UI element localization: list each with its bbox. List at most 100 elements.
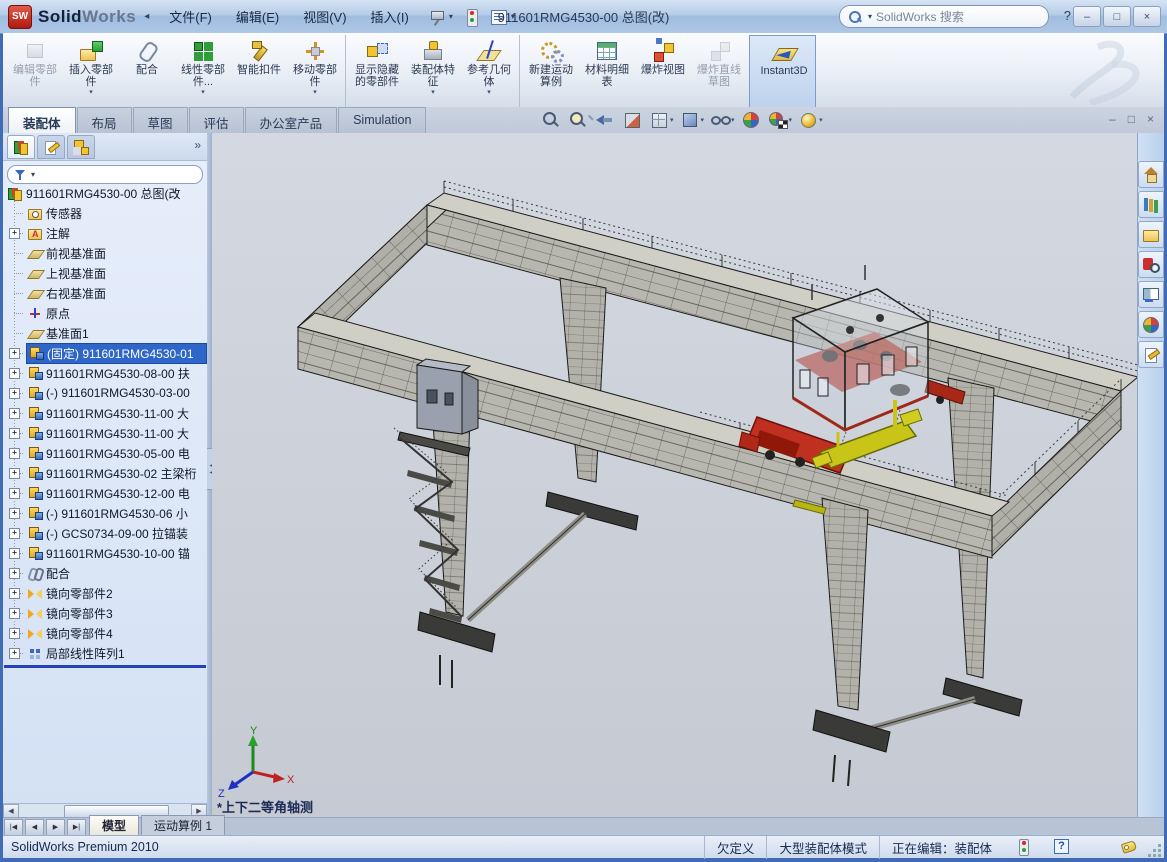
gantry-crane-model[interactable]: Y X Z bbox=[212, 133, 1138, 818]
tree-item[interactable]: 基准面1 bbox=[3, 323, 207, 343]
filter-dropdown-arrow[interactable]: ▾ bbox=[31, 170, 35, 179]
tab-nav-button[interactable]: |◀ bbox=[4, 819, 23, 836]
ribbon-button[interactable]: Instant3D bbox=[749, 35, 816, 109]
tree-item[interactable]: 911601RMG4530-00 总图(改 bbox=[3, 183, 207, 203]
tab-nav-button[interactable]: ▶ bbox=[46, 819, 65, 836]
tree-item[interactable]: 原点 bbox=[3, 303, 207, 323]
tab-nav-button[interactable]: ◀ bbox=[25, 819, 44, 836]
tree-expander[interactable]: + bbox=[9, 388, 20, 399]
tree-expander[interactable]: + bbox=[9, 428, 20, 439]
ribbon-button[interactable]: 显示隐藏的零部件 bbox=[345, 35, 405, 109]
view-tool-button[interactable]: ▾ bbox=[648, 110, 675, 130]
tree-item[interactable]: 上视基准面 bbox=[3, 263, 207, 283]
search-input[interactable]: ▾ SolidWorks 搜索 bbox=[839, 5, 1049, 28]
pin-menu-icon[interactable] bbox=[427, 7, 447, 27]
command-tab[interactable]: Simulation bbox=[338, 107, 426, 133]
task-pane-button[interactable] bbox=[1138, 161, 1164, 188]
tree-item[interactable]: + 配合 bbox=[3, 563, 207, 583]
tree-item[interactable]: + 911601RMG4530-02 主梁桁 bbox=[3, 463, 207, 483]
feature-tree-tab[interactable] bbox=[7, 135, 35, 159]
view-tool-button[interactable] bbox=[740, 110, 763, 130]
ribbon-button[interactable]: 线性零部件... ▾ bbox=[175, 35, 231, 109]
tag-icon[interactable] bbox=[1120, 838, 1138, 856]
ribbon-button[interactable]: 爆炸直线草图 bbox=[691, 35, 747, 109]
tree-expander[interactable]: + bbox=[9, 588, 20, 599]
tree-item[interactable]: + 911601RMG4530-05-00 电 bbox=[3, 443, 207, 463]
menu-item[interactable]: 视图(V) bbox=[293, 3, 356, 30]
search-dropdown-arrow[interactable]: ▾ bbox=[868, 12, 872, 21]
tree-item[interactable]: + 镜向零部件3 bbox=[3, 603, 207, 623]
ribbon-button[interactable]: 插入零部件 ▾ bbox=[63, 35, 119, 109]
tree-item[interactable]: + 局部线性阵列1 bbox=[3, 643, 207, 663]
command-tab[interactable]: 评估 bbox=[189, 107, 244, 133]
tree-expander[interactable]: + bbox=[9, 568, 20, 579]
tree-expander[interactable]: + bbox=[9, 408, 20, 419]
task-pane-button[interactable] bbox=[1138, 251, 1164, 278]
ribbon-button[interactable]: 智能扣件 bbox=[231, 35, 287, 109]
ribbon-button[interactable]: 材料明细表 bbox=[579, 35, 635, 109]
model-tab[interactable]: 模型 bbox=[89, 815, 139, 836]
tree-expander[interactable]: + bbox=[9, 508, 20, 519]
ribbon-button[interactable]: 移动零部件 ▾ bbox=[287, 35, 343, 109]
menu-item[interactable]: 编辑(E) bbox=[226, 3, 289, 30]
task-pane-button[interactable] bbox=[1138, 281, 1164, 308]
tree-item[interactable]: 传感器 bbox=[3, 203, 207, 223]
command-tab[interactable]: 办公室产品 bbox=[245, 107, 338, 133]
ribbon-button[interactable]: 配合 bbox=[119, 35, 175, 109]
tree-expander[interactable]: + bbox=[9, 348, 20, 359]
tree-item[interactable]: + 注解 bbox=[3, 223, 207, 243]
view-tool-button[interactable] bbox=[621, 110, 644, 130]
tree-expander[interactable]: + bbox=[9, 528, 20, 539]
maximize-button[interactable]: □ bbox=[1103, 6, 1131, 27]
view-tool-button[interactable] bbox=[594, 110, 617, 130]
tree-item[interactable]: + 镜向零部件4 bbox=[3, 623, 207, 643]
tree-item[interactable]: + 911601RMG4530-10-00 锚 bbox=[3, 543, 207, 563]
tree-item[interactable]: + 911601RMG4530-12-00 电 bbox=[3, 483, 207, 503]
task-pane-button[interactable] bbox=[1138, 311, 1164, 338]
tree-expander[interactable]: + bbox=[9, 548, 20, 559]
menu-item[interactable]: 插入(I) bbox=[361, 3, 419, 30]
tree-item[interactable]: + (固定) 911601RMG4530-01 bbox=[3, 343, 207, 363]
tree-expander[interactable]: + bbox=[9, 448, 20, 459]
tree-item[interactable]: + 911601RMG4530-11-00 大 bbox=[3, 423, 207, 443]
ribbon-button[interactable]: 新建运动算例 bbox=[519, 35, 579, 109]
tree-item[interactable]: + (-) 911601RMG4530-03-00 bbox=[3, 383, 207, 403]
view-tool-button[interactable]: ▾ bbox=[767, 110, 794, 130]
tree-expander[interactable]: + bbox=[9, 628, 20, 639]
tree-expander[interactable]: + bbox=[9, 368, 20, 379]
task-pane-button[interactable] bbox=[1138, 341, 1164, 368]
panel-expand-chevron[interactable]: » bbox=[194, 138, 201, 152]
tree-expander[interactable]: + bbox=[9, 488, 20, 499]
tree-expander[interactable]: + bbox=[9, 228, 20, 239]
ribbon-button[interactable]: 爆炸视图 bbox=[635, 35, 691, 109]
tree-expander[interactable]: + bbox=[9, 608, 20, 619]
tree-filter-input[interactable]: ▾ bbox=[7, 165, 203, 184]
rollback-bar[interactable] bbox=[4, 665, 206, 668]
tree-item[interactable]: + (-) GCS0734-09-00 拉锚装 bbox=[3, 523, 207, 543]
doc-close-button[interactable]: × bbox=[1147, 112, 1154, 126]
doc-restore-button[interactable]: □ bbox=[1128, 112, 1135, 126]
command-tab[interactable]: 布局 bbox=[77, 107, 132, 133]
tree-item[interactable]: 前视基准面 bbox=[3, 243, 207, 263]
view-tool-button[interactable]: ▾ bbox=[709, 110, 736, 130]
tree-item[interactable]: + 镜向零部件2 bbox=[3, 583, 207, 603]
view-tool-button[interactable]: ▾ bbox=[797, 110, 824, 130]
tree-item[interactable]: 右视基准面 bbox=[3, 283, 207, 303]
command-tab[interactable]: 草图 bbox=[133, 107, 188, 133]
view-tool-button[interactable]: ▾ bbox=[679, 110, 706, 130]
tree-item[interactable]: + (-) 911601RMG4530-06 小 bbox=[3, 503, 207, 523]
tree-item[interactable]: + 911601RMG4530-08-00 扶 bbox=[3, 363, 207, 383]
resize-grip[interactable] bbox=[1148, 844, 1162, 858]
menu-item[interactable]: 文件(F) bbox=[159, 3, 222, 30]
tree-expander[interactable]: + bbox=[9, 648, 20, 659]
command-tab[interactable]: 装配体 bbox=[8, 107, 76, 133]
status-traffic-light-icon[interactable] bbox=[1014, 838, 1032, 856]
configuration-manager-tab[interactable] bbox=[67, 135, 95, 159]
model-tab[interactable]: 运动算例 1 bbox=[141, 815, 225, 836]
ribbon-button[interactable]: 参考几何体 ▾ bbox=[461, 35, 517, 109]
graphics-viewport[interactable]: Y X Z *上下二等角轴测 bbox=[212, 133, 1138, 818]
help-button[interactable]: ? bbox=[1064, 8, 1071, 23]
status-help-icon[interactable] bbox=[1052, 838, 1070, 856]
view-tool-button[interactable] bbox=[567, 110, 590, 130]
view-tool-button[interactable] bbox=[540, 110, 563, 130]
